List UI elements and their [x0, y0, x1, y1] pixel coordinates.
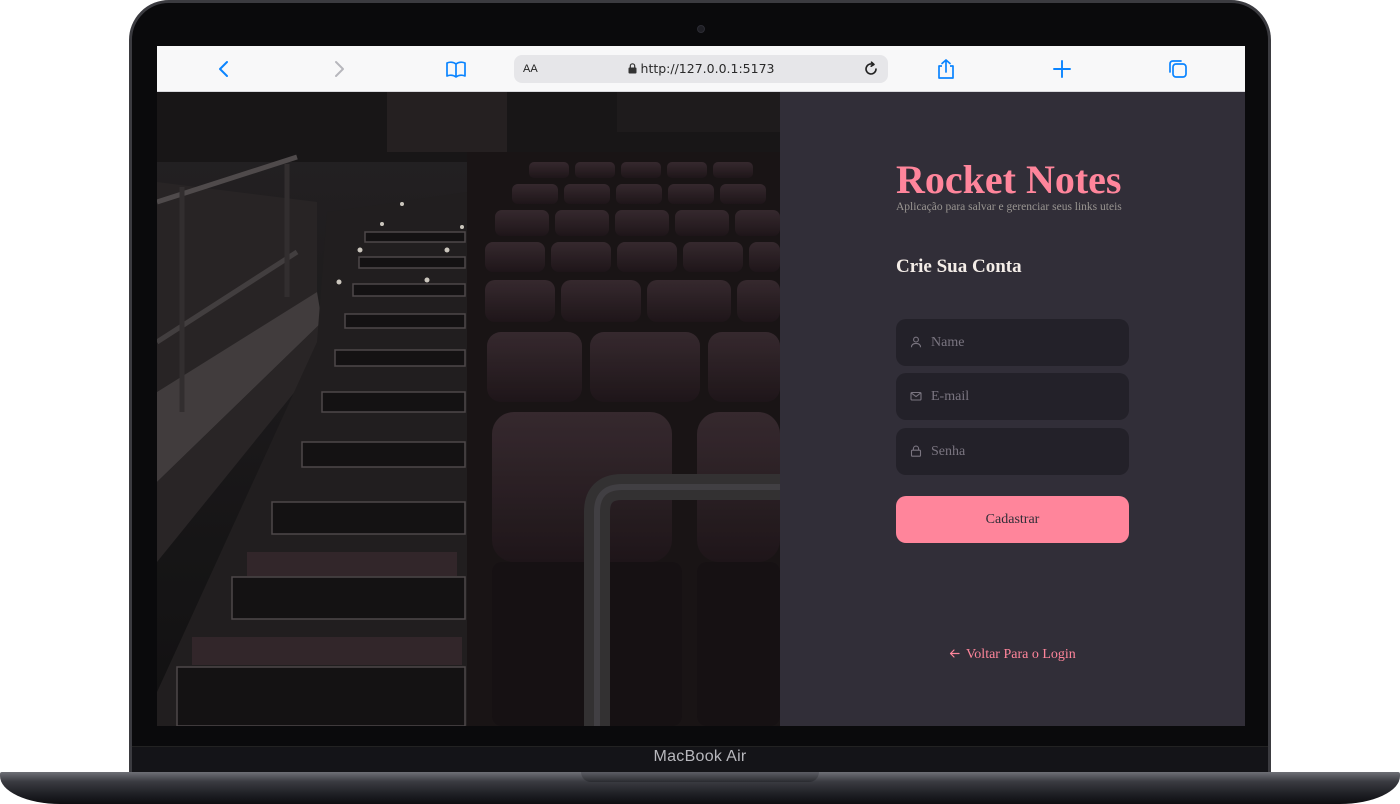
back-link-label: Voltar Para o Login	[966, 647, 1076, 662]
web-page: Rocket Notes Aplicação para salvar e ger…	[157, 92, 1245, 726]
theatre-seats-image	[157, 92, 780, 726]
webcam	[697, 25, 705, 33]
password-input[interactable]	[931, 428, 1121, 475]
email-input[interactable]	[931, 373, 1121, 420]
device-label: MacBook Air	[653, 748, 747, 765]
name-field[interactable]	[896, 319, 1129, 366]
back-to-login-link[interactable]: Voltar Para o Login	[949, 647, 1076, 663]
book-icon[interactable]	[445, 58, 467, 80]
signup-panel: Rocket Notes Aplicação para salvar e ger…	[780, 92, 1245, 726]
lock-icon	[910, 445, 922, 457]
share-icon[interactable]	[935, 58, 957, 80]
plus-icon[interactable]	[1051, 58, 1073, 80]
mail-icon	[910, 391, 922, 401]
browser-toolbar: AA http://127.0.0.1:5173	[157, 46, 1245, 92]
arrow-left-icon	[949, 649, 960, 658]
url-text: http://127.0.0.1:5173	[640, 61, 775, 76]
user-icon	[910, 336, 922, 348]
screen: AA http://127.0.0.1:5173 Rocket Notes Ap…	[157, 46, 1245, 726]
chevron-left-icon[interactable]	[213, 58, 235, 80]
form-title: Crie Sua Conta	[896, 256, 1022, 277]
app-title: Rocket Notes	[896, 157, 1122, 202]
reload-icon[interactable]	[862, 60, 880, 78]
name-input[interactable]	[931, 319, 1121, 366]
lock-icon	[628, 63, 637, 74]
submit-button[interactable]: Cadastrar	[896, 496, 1129, 543]
background-image	[157, 92, 780, 726]
password-field[interactable]	[896, 428, 1129, 475]
email-field[interactable]	[896, 373, 1129, 420]
tabs-icon[interactable]	[1167, 58, 1189, 80]
chevron-right-icon[interactable]	[328, 58, 350, 80]
address-bar[interactable]: AA http://127.0.0.1:5173	[514, 55, 888, 83]
laptop-notch	[581, 772, 819, 782]
app-subtitle: Aplicação para salvar e gerenciar seus l…	[896, 201, 1122, 213]
